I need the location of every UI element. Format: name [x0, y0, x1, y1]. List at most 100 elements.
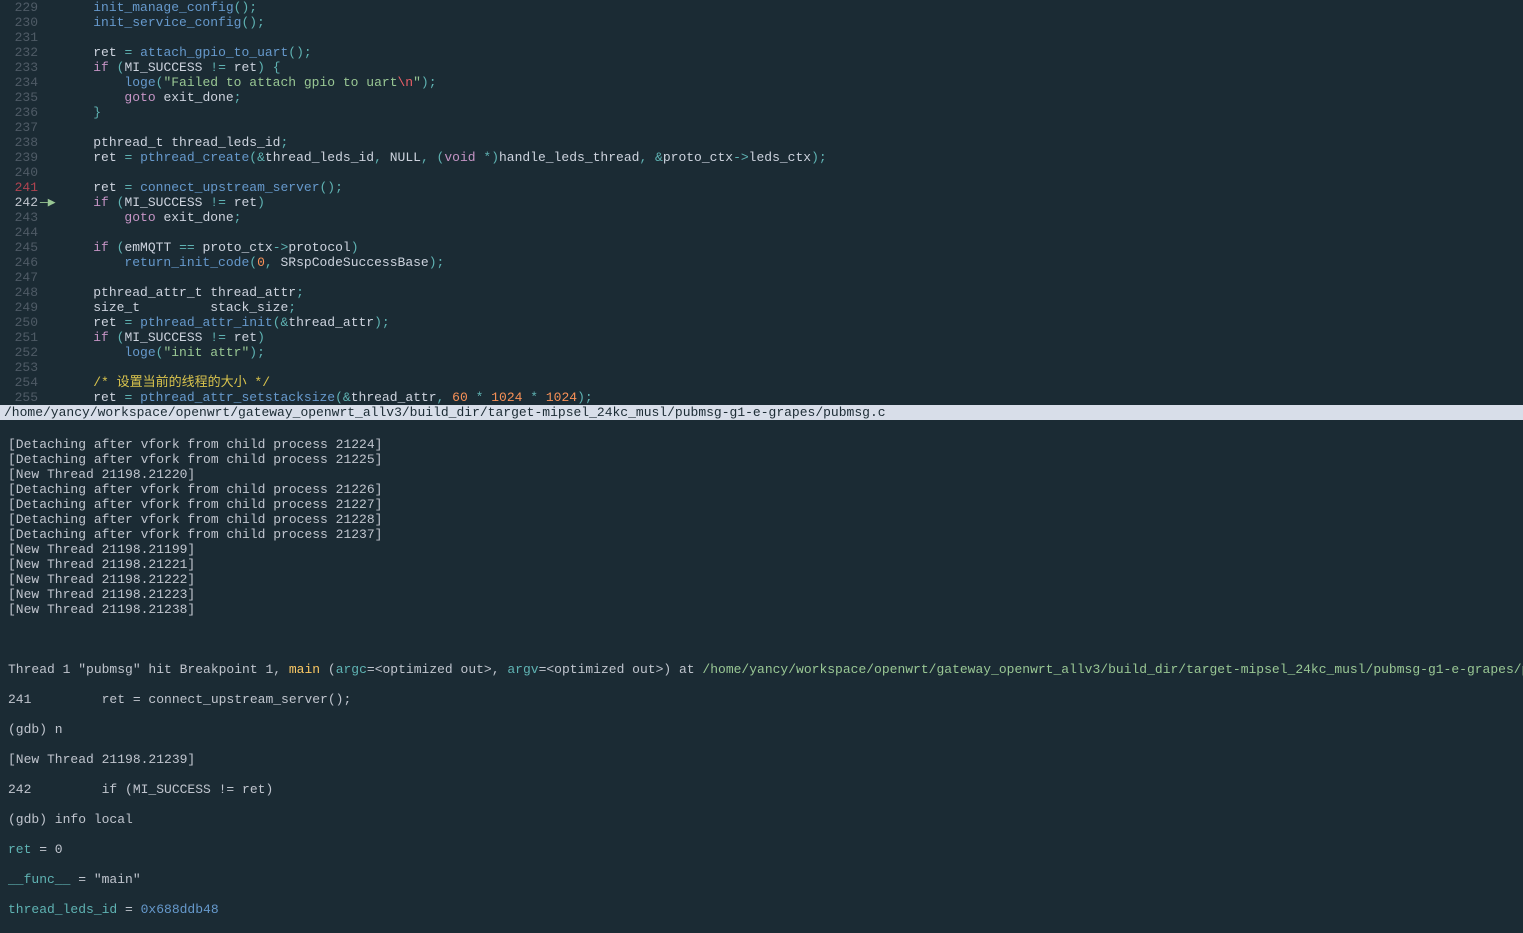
line-number: 252 — [0, 345, 40, 360]
code-content: pthread_t thread_leds_id; — [62, 135, 288, 150]
code-line[interactable]: 229 init_manage_config(); — [0, 0, 1523, 15]
gdb-message-line: [Detaching after vfork from child proces… — [8, 512, 1515, 527]
breakpoint-gutter[interactable] — [40, 240, 62, 255]
gdb-local-ret: ret = 0 — [8, 842, 1515, 857]
breakpoint-gutter[interactable] — [40, 165, 62, 180]
line-number: 232 — [0, 45, 40, 60]
line-number: 235 — [0, 90, 40, 105]
line-number: 234 — [0, 75, 40, 90]
code-line[interactable]: 248 pthread_attr_t thread_attr; — [0, 285, 1523, 300]
breakpoint-gutter[interactable] — [40, 270, 62, 285]
gdb-message-line: [New Thread 21198.21222] — [8, 572, 1515, 587]
code-content: pthread_attr_t thread_attr; — [62, 285, 304, 300]
code-line[interactable]: 238 pthread_t thread_leds_id; — [0, 135, 1523, 150]
breakpoint-gutter[interactable] — [40, 150, 62, 165]
line-number: 241 — [0, 180, 40, 195]
breakpoint-gutter[interactable] — [40, 375, 62, 390]
code-line[interactable]: 242—▶ if (MI_SUCCESS != ret) — [0, 195, 1523, 210]
line-number: 253 — [0, 360, 40, 375]
code-line[interactable]: 243 goto exit_done; — [0, 210, 1523, 225]
breakpoint-gutter[interactable] — [40, 255, 62, 270]
code-content: size_t stack_size; — [62, 300, 296, 315]
breakpoint-gutter[interactable] — [40, 60, 62, 75]
breakpoint-gutter[interactable] — [40, 390, 62, 405]
line-number: 237 — [0, 120, 40, 135]
gdb-message-line: [Detaching after vfork from child proces… — [8, 437, 1515, 452]
code-line[interactable]: 240 — [0, 165, 1523, 180]
code-content: loge("init attr"); — [62, 345, 265, 360]
gdb-thread-messages: [Detaching after vfork from child proces… — [8, 437, 1515, 617]
line-number: 248 — [0, 285, 40, 300]
code-content: if (MI_SUCCESS != ret) { — [62, 60, 281, 75]
code-line[interactable]: 239 ret = pthread_create(&thread_leds_id… — [0, 150, 1523, 165]
breakpoint-gutter[interactable] — [40, 345, 62, 360]
line-number: 233 — [0, 60, 40, 75]
line-number: 254 — [0, 375, 40, 390]
breakpoint-gutter[interactable] — [40, 225, 62, 240]
code-line[interactable]: 234 loge("Failed to attach gpio to uart\… — [0, 75, 1523, 90]
breakpoint-gutter[interactable] — [40, 300, 62, 315]
line-number: 247 — [0, 270, 40, 285]
code-editor[interactable]: 229 init_manage_config();230 init_servic… — [0, 0, 1523, 405]
breakpoint-gutter[interactable] — [40, 285, 62, 300]
code-line[interactable]: 255 ret = pthread_attr_setstacksize(&thr… — [0, 390, 1523, 405]
code-line[interactable]: 235 goto exit_done; — [0, 90, 1523, 105]
breakpoint-gutter[interactable] — [40, 135, 62, 150]
breakpoint-gutter[interactable] — [40, 30, 62, 45]
code-content: loge("Failed to attach gpio to uart\n"); — [62, 75, 437, 90]
gdb-blank-line — [8, 632, 1515, 647]
breakpoint-gutter[interactable] — [40, 330, 62, 345]
code-line[interactable]: 253 — [0, 360, 1523, 375]
line-number: 239 — [0, 150, 40, 165]
code-content: goto exit_done; — [62, 210, 241, 225]
code-line[interactable]: 230 init_service_config(); — [0, 15, 1523, 30]
code-line[interactable]: 246 return_init_code(0, SRspCodeSuccessB… — [0, 255, 1523, 270]
code-line[interactable]: 250 ret = pthread_attr_init(&thread_attr… — [0, 315, 1523, 330]
code-line[interactable]: 236 } — [0, 105, 1523, 120]
gdb-message-line: [Detaching after vfork from child proces… — [8, 497, 1515, 512]
breakpoint-gutter[interactable] — [40, 75, 62, 90]
status-bar-filepath: /home/yancy/workspace/openwrt/gateway_op… — [0, 405, 1523, 420]
breakpoint-gutter[interactable]: —▶ — [40, 195, 62, 210]
code-line[interactable]: 245 if (emMQTT == proto_ctx->protocol) — [0, 240, 1523, 255]
code-line[interactable]: 249 size_t stack_size; — [0, 300, 1523, 315]
breakpoint-gutter[interactable] — [40, 120, 62, 135]
code-content: ret = pthread_attr_init(&thread_attr); — [62, 315, 390, 330]
gdb-message-line: [New Thread 21198.21199] — [8, 542, 1515, 557]
code-line[interactable]: 233 if (MI_SUCCESS != ret) { — [0, 60, 1523, 75]
code-line[interactable]: 251 if (MI_SUCCESS != ret) — [0, 330, 1523, 345]
code-line[interactable]: 232 ret = attach_gpio_to_uart(); — [0, 45, 1523, 60]
line-number: 243 — [0, 210, 40, 225]
code-content: if (MI_SUCCESS != ret) — [62, 330, 265, 345]
gdb-terminal[interactable]: [Detaching after vfork from child proces… — [0, 420, 1523, 933]
code-content: goto exit_done; — [62, 90, 241, 105]
line-number: 244 — [0, 225, 40, 240]
code-content: init_manage_config(); — [62, 0, 257, 15]
breakpoint-gutter[interactable] — [40, 180, 62, 195]
code-content: return_init_code(0, SRspCodeSuccessBase)… — [62, 255, 444, 270]
breakpoint-gutter[interactable] — [40, 0, 62, 15]
gdb-breakpoint-hit-line: Thread 1 "pubmsg" hit Breakpoint 1, main… — [8, 662, 1515, 677]
line-number: 245 — [0, 240, 40, 255]
code-line[interactable]: 254 /* 设置当前的线程的大小 */ — [0, 375, 1523, 390]
line-number: 238 — [0, 135, 40, 150]
code-line[interactable]: 247 — [0, 270, 1523, 285]
code-content: init_service_config(); — [62, 15, 265, 30]
breakpoint-gutter[interactable] — [40, 90, 62, 105]
code-line[interactable]: 252 loge("init attr"); — [0, 345, 1523, 360]
app-viewport: 229 init_manage_config();230 init_servic… — [0, 0, 1523, 933]
breakpoint-gutter[interactable] — [40, 360, 62, 375]
code-line[interactable]: 244 — [0, 225, 1523, 240]
code-content: ret = pthread_create(&thread_leds_id, NU… — [62, 150, 827, 165]
line-number: 242 — [0, 195, 40, 210]
code-line[interactable]: 237 — [0, 120, 1523, 135]
breakpoint-gutter[interactable] — [40, 105, 62, 120]
breakpoint-gutter[interactable] — [40, 45, 62, 60]
code-line[interactable]: 231 — [0, 30, 1523, 45]
code-content: ret = attach_gpio_to_uart(); — [62, 45, 312, 60]
breakpoint-gutter[interactable] — [40, 15, 62, 30]
code-content: } — [62, 105, 101, 120]
code-line[interactable]: 241 ret = connect_upstream_server(); — [0, 180, 1523, 195]
breakpoint-gutter[interactable] — [40, 210, 62, 225]
breakpoint-gutter[interactable] — [40, 315, 62, 330]
